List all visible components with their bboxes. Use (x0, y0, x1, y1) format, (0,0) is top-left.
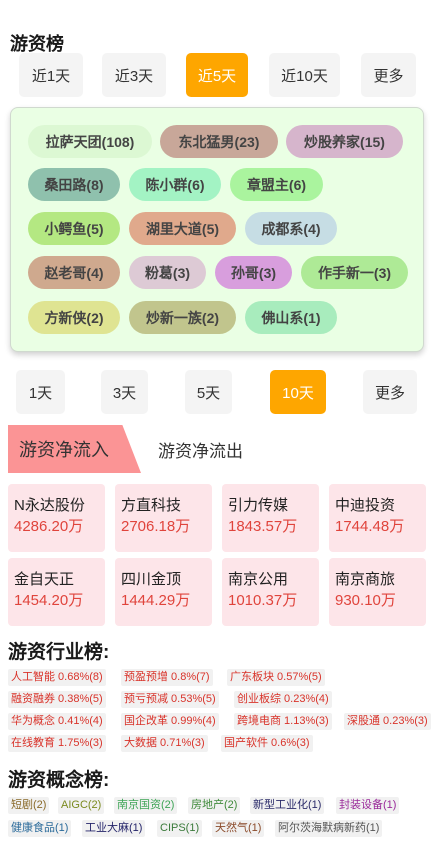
trader-tag[interactable]: 湖里大道(5) (129, 212, 236, 245)
concept-row: 健康食品(1) 工业大麻(1) CIPS(1) 天然气(1) 阿尔茨海默病新药(… (8, 820, 436, 837)
trader-tag[interactable]: 粉葛(3) (129, 256, 206, 289)
stock-amount: 930.10万 (335, 592, 396, 609)
period-tab-more[interactable]: 更多 (361, 53, 416, 97)
industry-pill[interactable]: 华为概念 0.41%(4) (8, 713, 106, 730)
trader-tag[interactable]: 炒股养家(15) (286, 125, 403, 158)
concept-pill[interactable]: 天然气(1) (212, 820, 265, 837)
period-tab-5d[interactable]: 5天 (185, 370, 232, 414)
period-tab-10d[interactable]: 10天 (270, 370, 326, 414)
concept-section-title: 游资概念榜: (8, 770, 110, 791)
trader-tag[interactable]: 成都系(4) (245, 212, 337, 245)
concept-pill[interactable]: 新型工业化(1) (250, 797, 325, 814)
stock-name: N永达股份 (14, 497, 85, 514)
industry-pill[interactable]: 国企改革 0.99%(4) (121, 713, 219, 730)
concept-row: 短剧(2) AIGC(2) 南京国资(2) 房地产(2) 新型工业化(1) 封装… (8, 797, 436, 814)
stock-card[interactable]: 方直科技 2706.18万 (115, 484, 212, 552)
concept-pill[interactable]: 封装设备(1) (336, 797, 400, 814)
stock-amount: 1843.57万 (228, 518, 298, 535)
stock-amount: 4286.20万 (14, 518, 84, 535)
stock-card[interactable]: 金自天正 1454.20万 (8, 558, 105, 626)
trader-tag-panel: 拉萨天团(108) 东北猛男(23) 炒股养家(15) 桑田路(8) 陈小群(6… (10, 107, 424, 352)
stock-name: 南京公用 (228, 571, 289, 588)
concept-pill[interactable]: CIPS(1) (157, 820, 203, 837)
trader-tag[interactable]: 作手新一(3) (301, 256, 408, 289)
industry-pill[interactable]: 广东板块 0.57%(5) (227, 669, 325, 686)
stock-amount: 1010.37万 (228, 592, 298, 609)
stock-card[interactable]: 中迪投资 1744.48万 (329, 484, 426, 552)
concept-pill[interactable]: 健康食品(1) (8, 820, 72, 837)
tab-net-inflow[interactable]: 游资净流入 (8, 425, 141, 473)
period-tabs-bottom: 1天 3天 5天 10天 更多 (0, 370, 436, 414)
stock-name: 南京商旅 (335, 571, 396, 588)
flow-tabs: 游资净流入 游资净流出 (8, 425, 428, 473)
trader-tag[interactable]: 孙哥(3) (215, 256, 292, 289)
concept-pill[interactable]: 房地产(2) (188, 797, 241, 814)
industry-pill[interactable]: 大数据 0.71%(3) (121, 735, 208, 752)
industry-row: 人工智能 0.68%(8) 预盈预增 0.8%(7) 广东板块 0.57%(5) (8, 669, 436, 686)
period-tab-1d[interactable]: 1天 (16, 370, 65, 414)
stock-card[interactable]: 南京商旅 930.10万 (329, 558, 426, 626)
trader-tag[interactable]: 陈小群(6) (129, 168, 221, 201)
tab-net-outflow[interactable]: 游资净流出 (158, 425, 243, 473)
period-tab-more[interactable]: 更多 (363, 370, 417, 414)
trader-tag[interactable]: 炒新一族(2) (129, 301, 236, 334)
stock-name: 金自天正 (14, 571, 75, 588)
period-tab-5d[interactable]: 近5天 (186, 53, 248, 97)
stock-card[interactable]: 引力传媒 1843.57万 (222, 484, 319, 552)
industry-pill[interactable]: 人工智能 0.68%(8) (8, 669, 106, 686)
stock-amount: 1744.48万 (335, 518, 405, 535)
stock-amount: 1444.29万 (121, 592, 191, 609)
period-tab-3d[interactable]: 近3天 (102, 53, 166, 97)
stock-name: 引力传媒 (228, 497, 289, 514)
industry-pill[interactable]: 跨境电商 1.13%(3) (234, 713, 332, 730)
industry-section-title: 游资行业榜: (8, 642, 110, 663)
trader-tag[interactable]: 桑田路(8) (28, 168, 120, 201)
concept-pill[interactable]: AIGC(2) (58, 797, 105, 814)
period-tab-1d[interactable]: 近1天 (19, 53, 83, 97)
concept-pill[interactable]: 工业大麻(1) (82, 820, 146, 837)
stock-card[interactable]: N永达股份 4286.20万 (8, 484, 105, 552)
industry-pill[interactable]: 预盈预增 0.8%(7) (121, 669, 213, 686)
period-tabs-top: 近1天 近3天 近5天 近10天 更多 (0, 53, 436, 97)
stock-amount: 2706.18万 (121, 518, 191, 535)
trader-tag[interactable]: 佛山系(1) (245, 301, 337, 334)
industry-row: 华为概念 0.41%(4) 国企改革 0.99%(4) 跨境电商 1.13%(3… (8, 713, 436, 730)
industry-pill[interactable]: 预亏预减 0.53%(5) (121, 691, 219, 708)
industry-pill[interactable]: 深股通 0.23%(3) (344, 713, 431, 730)
stock-amount: 1454.20万 (14, 592, 84, 609)
concept-pill[interactable]: 阿尔茨海默病新药(1) (275, 820, 383, 837)
industry-pill[interactable]: 在线教育 1.75%(3) (8, 735, 106, 752)
stock-card[interactable]: 四川金顶 1444.29万 (115, 558, 212, 626)
stock-name: 四川金顶 (121, 571, 182, 588)
industry-pill[interactable]: 融资融券 0.38%(5) (8, 691, 106, 708)
stock-name: 方直科技 (121, 497, 182, 514)
trader-tag[interactable]: 小鳄鱼(5) (28, 212, 120, 245)
trader-tag[interactable]: 东北猛男(23) (160, 125, 278, 158)
stock-name: 中迪投资 (335, 497, 396, 514)
period-tab-10d[interactable]: 近10天 (269, 53, 340, 97)
trader-tag[interactable]: 拉萨天团(108) (28, 125, 152, 158)
trader-tag[interactable]: 方新侠(2) (28, 301, 120, 334)
concept-pill[interactable]: 南京国资(2) (114, 797, 178, 814)
industry-row: 融资融券 0.38%(5) 预亏预减 0.53%(5) 创业板综 0.23%(4… (8, 691, 436, 708)
concept-pill[interactable]: 短剧(2) (8, 797, 50, 814)
trader-tag[interactable]: 赵老哥(4) (28, 256, 120, 289)
period-tab-3d[interactable]: 3天 (101, 370, 148, 414)
stock-card[interactable]: 南京公用 1010.37万 (222, 558, 319, 626)
industry-pill[interactable]: 国产软件 0.6%(3) (221, 735, 313, 752)
industry-pill[interactable]: 创业板综 0.23%(4) (234, 691, 332, 708)
industry-row: 在线教育 1.75%(3) 大数据 0.71%(3) 国产软件 0.6%(3) (8, 735, 436, 752)
trader-tag[interactable]: 章盟主(6) (230, 168, 323, 201)
